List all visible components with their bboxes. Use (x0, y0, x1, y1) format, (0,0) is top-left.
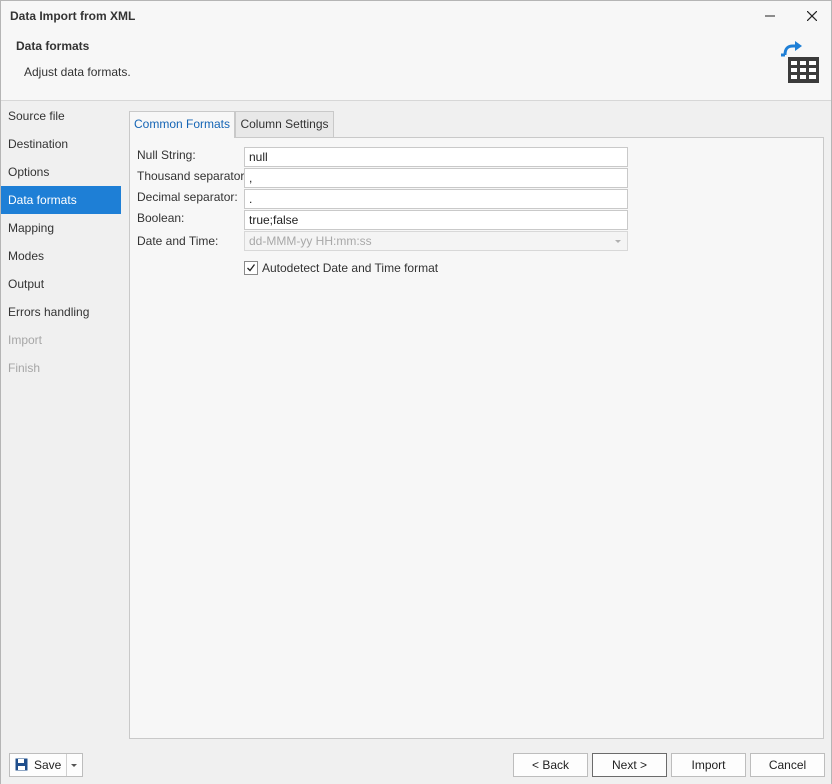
save-button-label: Save (34, 758, 62, 772)
back-button[interactable]: < Back (513, 753, 588, 777)
thousand-separator-input[interactable]: , (244, 168, 628, 188)
date-time-select: dd-MMM-yy HH:mm:ss (244, 231, 628, 251)
tab-column-settings[interactable]: Column Settings (235, 111, 334, 137)
sidebar-item-destination[interactable]: Destination (1, 130, 121, 158)
save-dropdown-button[interactable] (66, 754, 82, 776)
tab-column-settings-label: Column Settings (240, 117, 329, 131)
chevron-down-icon (615, 240, 621, 243)
thousand-separator-label: Thousand separator: (137, 169, 248, 183)
import-button[interactable]: Import (671, 753, 746, 777)
sidebar-item-mapping[interactable]: Mapping (1, 214, 121, 242)
autodetect-checkbox-label[interactable]: Autodetect Date and Time format (262, 261, 438, 275)
page-header: Data formats Adjust data formats. (1, 31, 831, 101)
page-title: Data formats (16, 39, 90, 53)
null-string-input[interactable]: null (244, 147, 628, 167)
boolean-input[interactable]: true;false (244, 210, 628, 230)
save-split-button: Save (9, 753, 83, 777)
checkmark-icon (247, 264, 256, 272)
import-dialog-window: Data Import from XML Data formats Adjust… (0, 0, 832, 784)
chevron-down-icon (71, 764, 77, 767)
close-icon (807, 11, 817, 21)
sidebar-item-errors-handling[interactable]: Errors handling (1, 298, 121, 326)
cancel-button[interactable]: Cancel (750, 753, 825, 777)
page-subtitle: Adjust data formats. (24, 65, 131, 79)
tab-common-formats[interactable]: Common Formats (129, 111, 235, 138)
save-button[interactable]: Save (10, 754, 66, 776)
window-title: Data Import from XML (10, 9, 136, 23)
decimal-separator-input[interactable]: . (244, 189, 628, 209)
sidebar-item-data-formats[interactable]: Data formats (1, 186, 121, 214)
boolean-label: Boolean: (137, 211, 185, 225)
sidebar-item-options[interactable]: Options (1, 158, 121, 186)
sidebar-item-finish: Finish (8, 361, 41, 375)
tab-common-formats-label: Common Formats (133, 117, 231, 131)
sidebar-item-source-file[interactable]: Source file (1, 102, 121, 130)
next-button[interactable]: Next > (592, 753, 667, 777)
date-time-label: Date and Time: (137, 234, 219, 248)
common-formats-panel: Null String: null Thousand separator: , … (129, 137, 824, 739)
content-area: Common Formats Column Settings Null Stri… (121, 102, 831, 745)
dialog-footer: Save < Back Next > Import Cancel (1, 745, 831, 784)
sidebar-item-modes[interactable]: Modes (1, 242, 121, 270)
decimal-separator-label: Decimal separator: (137, 190, 238, 204)
sidebar-item-output[interactable]: Output (1, 270, 121, 298)
null-string-label: Null String: (137, 148, 196, 162)
close-button[interactable] (789, 1, 832, 31)
floppy-disk-icon (15, 758, 28, 771)
autodetect-checkbox[interactable] (244, 261, 258, 275)
wizard-sidebar: Source file Destination Options Data for… (1, 102, 121, 745)
maximize-button[interactable] (748, 1, 794, 31)
sidebar-item-import: Import (8, 333, 43, 347)
title-bar: Data Import from XML (1, 1, 831, 31)
import-table-icon (781, 41, 819, 83)
date-time-value: dd-MMM-yy HH:mm:ss (249, 234, 372, 248)
